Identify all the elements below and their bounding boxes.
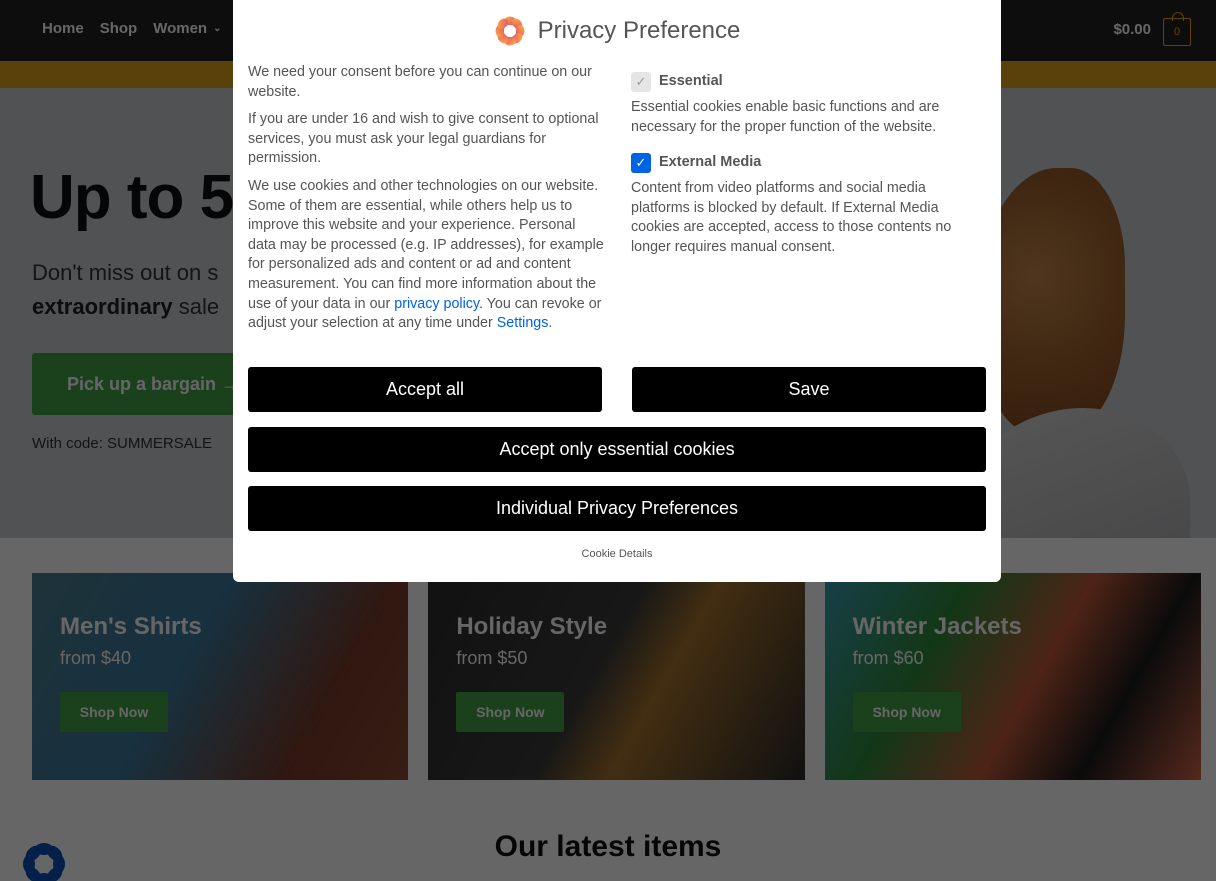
accept-essential-button[interactable]: Accept only essential cookies xyxy=(248,427,986,472)
intro-text: We use cookies and other technologies on… xyxy=(248,177,604,312)
intro-paragraph-1: We need your consent before you can cont… xyxy=(248,64,592,100)
consent-label: Essential xyxy=(659,73,723,90)
consent-description-text: Content from video platforms and social … xyxy=(631,180,952,255)
consent-external-media: ✓ External Media xyxy=(631,153,987,174)
external-media-checkbox[interactable]: ✓ xyxy=(631,153,651,174)
essential-checkbox[interactable]: ✓ xyxy=(631,72,651,92)
consent-label: External Media xyxy=(659,154,762,171)
settings-link[interactable]: Settings xyxy=(497,315,549,331)
intro-paragraph-3: We use cookies and other technologies on… xyxy=(248,177,604,334)
intro-text: . xyxy=(548,315,553,332)
check-icon: ✓ xyxy=(635,74,647,90)
intro-paragraph-2: If you are under 16 and wish to give con… xyxy=(248,111,599,167)
consent-options: ✓ Essential Essential cookies enable bas… xyxy=(631,72,987,274)
cookie-details-link[interactable]: Cookie Details xyxy=(233,548,1001,560)
privacy-preference-dialog: Privacy Preference We need your consent … xyxy=(233,0,1001,582)
borlabs-logo-icon xyxy=(495,16,525,46)
privacy-policy-link[interactable]: privacy policy xyxy=(394,296,479,312)
consent-essential: ✓ Essential xyxy=(631,72,987,92)
individual-preferences-button[interactable]: Individual Privacy Preferences xyxy=(248,486,986,531)
dialog-header: Privacy Preference xyxy=(233,15,1001,47)
consent-description-text: Essential cookies enable basic functions… xyxy=(631,99,940,135)
check-icon: ✓ xyxy=(635,155,647,171)
dialog-title: Privacy Preference xyxy=(537,17,741,44)
consent-description: We need your consent before you can cont… xyxy=(248,63,604,342)
accept-all-button[interactable]: Accept all xyxy=(248,367,602,412)
save-button[interactable]: Save xyxy=(632,367,986,412)
